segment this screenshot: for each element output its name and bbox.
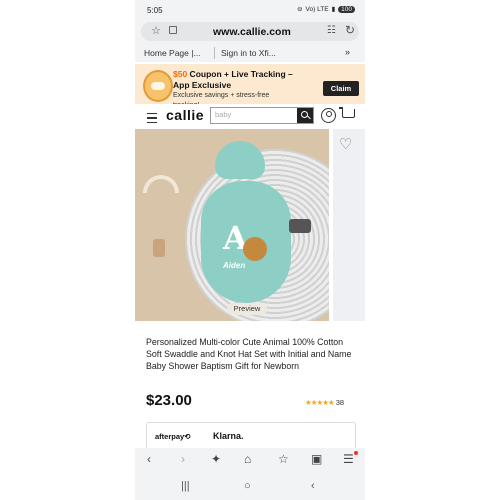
search-icon[interactable] [297,108,313,123]
site-header: callie baby [135,104,365,128]
menu-icon[interactable] [147,113,157,123]
review-count: 38 [335,398,345,407]
product-image[interactable]: A Aiden Preview [135,129,329,321]
system-home-icon[interactable]: ○ [244,480,251,492]
browser-toolbar: ☆ www.callie.com ☷ ↻ [135,20,365,44]
home-icon[interactable]: ⌂ [244,452,251,466]
notification-dot [354,451,358,455]
battery-icon: 100 [338,5,355,13]
lion-graphic [243,237,267,261]
bookmark-star-icon[interactable]: ☆ [151,24,161,37]
account-icon[interactable] [321,108,336,123]
cart-icon[interactable] [339,107,355,118]
browser-bottom-bar: ‹ › ✦ ⌂ ☆ ▣ ☰ [135,448,365,472]
wooden-rainbow-graphic [143,175,179,193]
preview-button[interactable]: Preview [227,303,267,315]
afterpay-logo: afterpay⟲ [155,432,191,441]
promo-headline: $50 Coupon + Live Tracking – [173,69,293,79]
browser-menu-icon[interactable]: ☰ [343,452,354,466]
product-title: Personalized Multi-color Cute Animal 100… [146,337,352,371]
status-icons: ⊖ Vo) LTE ▮ 100 [297,5,355,13]
knot-hat-graphic [215,141,265,179]
promo-amount: $50 [173,69,188,79]
tabs-icon[interactable]: ▣ [311,452,322,466]
reader-mode-icon[interactable]: ☷ [327,25,336,36]
swaddle-name: Aiden [223,261,246,270]
mute-icon: ⊖ [297,6,303,13]
address-bar[interactable]: ☆ www.callie.com ☷ ↻ [141,22,359,41]
payment-options[interactable]: afterpay⟲ Klarna. [146,422,356,450]
system-navigation-bar: ||| ○ ‹ [135,472,365,500]
search-box[interactable]: baby [210,107,314,124]
search-input[interactable]: baby [215,110,231,119]
url-text[interactable]: www.callie.com [213,26,291,38]
signal-label: Vo) LTE [305,5,329,13]
bookmark-divider [214,47,215,59]
bookmarks-bar: Home Page |... Sign in to Xfi... » [135,44,365,62]
next-product-image[interactable] [333,129,365,321]
rating-stars-icon: ★★★★★ [305,398,335,407]
phone-screen: 5:05 ⊖ Vo) LTE ▮ 100 ☆ www.callie.com ☷ … [135,0,365,500]
promo-headline-2: App Exclusive [173,80,232,90]
product-price: $23.00 [146,392,192,409]
promo-headline-text: Coupon + Live Tracking – [187,69,293,79]
status-time: 5:05 [147,6,163,15]
product-rating[interactable]: ★★★★★ 38 [305,398,344,407]
lion-mascot-icon [143,70,173,102]
forward-icon[interactable]: › [181,452,185,466]
bookmarks-icon[interactable]: ☆ [278,452,289,466]
app-promo-banner: $50 Coupon + Live Tracking – App Exclusi… [135,64,365,109]
bookmark-home-page[interactable]: Home Page |... [144,48,201,58]
product-gallery[interactable]: A Aiden Preview ♡ [135,129,365,321]
wooden-toy-graphic [153,239,165,257]
bookmark-sign-in[interactable]: Sign in to Xfi... [221,48,276,58]
extensions-icon[interactable]: ✦ [211,452,221,466]
klarna-logo: Klarna. [213,431,244,441]
claim-button[interactable]: Claim [323,81,359,96]
status-bar: 5:05 ⊖ Vo) LTE ▮ 100 [135,0,365,20]
bookmarks-more-icon[interactable]: » [345,47,350,57]
back-icon[interactable]: ‹ [147,452,151,466]
toy-camera-graphic [289,219,311,233]
recents-icon[interactable]: ||| [181,480,190,492]
signal-icon: ▮ [331,6,336,13]
reload-icon[interactable]: ↻ [345,23,355,37]
wishlist-heart-icon[interactable]: ♡ [339,135,352,153]
site-logo[interactable]: callie [166,107,204,123]
lock-icon[interactable] [169,26,177,34]
system-back-icon[interactable]: ‹ [311,480,315,492]
